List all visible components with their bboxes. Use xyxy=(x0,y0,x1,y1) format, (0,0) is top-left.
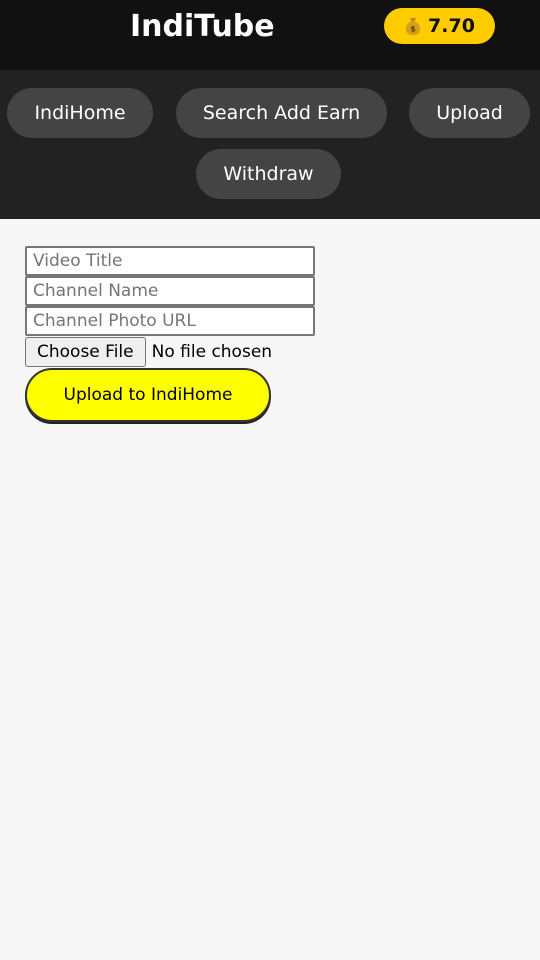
nav-upload-button[interactable]: Upload xyxy=(409,88,530,138)
upload-to-indihome-button[interactable]: Upload to IndiHome xyxy=(25,368,271,422)
choose-file-button[interactable]: Choose File xyxy=(25,337,146,367)
channel-photo-url-input[interactable] xyxy=(25,306,315,336)
nav-withdraw-button[interactable]: Withdraw xyxy=(196,149,341,199)
channel-name-input[interactable] xyxy=(25,276,315,306)
file-status-text: No file chosen xyxy=(151,342,273,362)
money-bag-icon: $ xyxy=(404,16,422,36)
balance-badge[interactable]: $ 7.70 xyxy=(384,8,495,44)
nav-bar: IndiHome Search Add Earn Upload Withdraw xyxy=(0,70,540,219)
top-bar: IndiTube $ 7.70 xyxy=(0,0,540,70)
nav-search-add-earn-button[interactable]: Search Add Earn xyxy=(176,88,387,138)
svg-text:$: $ xyxy=(410,25,416,34)
balance-amount: 7.70 xyxy=(428,15,475,37)
nav-indihome-button[interactable]: IndiHome xyxy=(7,88,153,138)
file-picker: Choose File No file chosen xyxy=(25,337,272,367)
app-title: IndiTube xyxy=(130,9,275,44)
video-title-input[interactable] xyxy=(25,246,315,276)
